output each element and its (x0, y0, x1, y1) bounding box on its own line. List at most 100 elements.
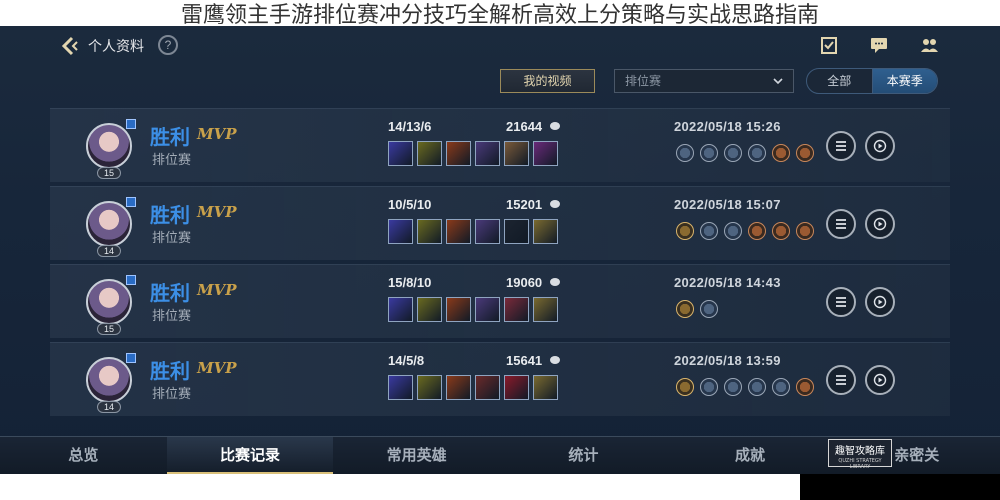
details-list-button[interactable] (826, 287, 856, 317)
rune-icon (676, 222, 694, 240)
rune-icon (676, 144, 694, 162)
match-datetime: 2022/05/18 14:43 (674, 275, 781, 290)
match-mode: 排位赛 (152, 231, 192, 246)
rune-icon (796, 222, 814, 240)
chat-icon[interactable] (868, 34, 890, 56)
item-slot[interactable] (533, 375, 558, 400)
my-video-button[interactable]: 我的视频 (500, 69, 595, 93)
replay-button[interactable] (865, 209, 895, 239)
black-corner (800, 474, 1000, 500)
match-list: 15 胜利 MVP 排位赛 14/13/6 21644 2022/05/18 15:26 1… (50, 108, 950, 420)
rune-icon (748, 222, 766, 240)
match-row[interactable]: 14 胜利 MVP 排位赛 10/5/10 15201 2022/05/18 15:07 (50, 186, 950, 260)
nav-overview[interactable]: 总览 (0, 437, 167, 474)
mode-select[interactable]: 排位赛 (614, 69, 794, 93)
rune-icon (700, 378, 718, 396)
friends-icon[interactable] (918, 34, 940, 56)
rune-icon (676, 378, 694, 396)
match-mode: 排位赛 (152, 153, 192, 168)
list-icon (836, 375, 846, 385)
item-slot[interactable] (504, 141, 529, 166)
item-slot[interactable] (446, 297, 471, 322)
nav-achievements[interactable]: 成就 (667, 437, 834, 474)
hero-level-badge: 14 (97, 401, 121, 413)
item-slot[interactable] (446, 141, 471, 166)
hero-avatar[interactable] (86, 279, 132, 325)
replay-button[interactable] (865, 365, 895, 395)
rune-list (676, 144, 814, 162)
item-slot[interactable] (475, 297, 500, 322)
details-list-button[interactable] (826, 131, 856, 161)
item-slot[interactable] (533, 219, 558, 244)
hero-avatar[interactable] (86, 123, 132, 169)
hero-level-badge: 15 (97, 167, 121, 179)
top-right-toolbar (818, 34, 940, 56)
rune-icon (748, 144, 766, 162)
play-icon (873, 139, 887, 153)
segment-this-season[interactable]: 本赛季 (871, 69, 937, 93)
match-row[interactable]: 15 胜利 MVP 排位赛 14/13/6 21644 2022/05/18 15:26 (50, 108, 950, 182)
hero-avatar[interactable] (86, 201, 132, 247)
rune-icon (796, 144, 814, 162)
mode-select-value: 排位赛 (625, 74, 662, 88)
match-result: 胜利 (150, 203, 190, 227)
item-slot[interactable] (388, 141, 413, 166)
back-button[interactable] (58, 34, 82, 58)
match-row[interactable]: 15 胜利 MVP 排位赛 15/8/10 19060 2022/05/18 14:43 (50, 264, 950, 338)
list-icon (836, 141, 846, 151)
item-slot[interactable] (475, 141, 500, 166)
rune-icon (772, 378, 790, 396)
item-slot[interactable] (475, 375, 500, 400)
rune-icon (724, 222, 742, 240)
replay-button[interactable] (865, 131, 895, 161)
nav-common-heroes[interactable]: 常用英雄 (333, 437, 500, 474)
task-clipboard-icon[interactable] (818, 34, 840, 56)
item-slot[interactable] (388, 375, 413, 400)
item-slot[interactable] (388, 297, 413, 322)
item-slots (388, 141, 558, 166)
item-slot[interactable] (533, 141, 558, 166)
item-slot[interactable] (504, 219, 529, 244)
list-icon (836, 297, 846, 307)
coin-icon (550, 122, 560, 130)
game-profile-screen: 个人资料 ? 我的视频 排位赛 全部 本赛季 15 胜利 MVP 排位赛 14/13/6… (0, 26, 1000, 474)
item-slot[interactable] (388, 219, 413, 244)
watermark-logo: 趣智攻略库 QUZHI STRATEGY LIBRARY (828, 439, 892, 470)
coin-icon (550, 356, 560, 364)
item-slot[interactable] (504, 297, 529, 322)
item-slot[interactable] (504, 375, 529, 400)
rune-icon (772, 222, 790, 240)
item-slot[interactable] (446, 219, 471, 244)
rune-icon (700, 144, 718, 162)
rune-list (676, 378, 814, 396)
rune-icon (676, 300, 694, 318)
item-slots (388, 375, 558, 400)
page-title: 个人资料 (88, 39, 144, 55)
match-mode: 排位赛 (152, 309, 192, 324)
details-list-button[interactable] (826, 209, 856, 239)
nav-match-history[interactable]: 比赛记录 (166, 437, 334, 474)
article-title: 雷鹰领主手游排位赛冲分技巧全解析高效上分策略与实战思路指南 (180, 3, 819, 28)
score-value: 19060 (506, 275, 543, 290)
segment-all[interactable]: 全部 (807, 69, 872, 93)
nav-statistics[interactable]: 统计 (500, 437, 667, 474)
item-slot[interactable] (475, 219, 500, 244)
item-slot[interactable] (446, 375, 471, 400)
rune-icon (748, 378, 766, 396)
avatar-badge-icon (126, 275, 136, 285)
season-segmented-control: 全部 本赛季 (806, 68, 938, 94)
details-list-button[interactable] (826, 365, 856, 395)
item-slot[interactable] (533, 297, 558, 322)
item-slot[interactable] (417, 219, 442, 244)
item-slot[interactable] (417, 375, 442, 400)
item-slot[interactable] (417, 141, 442, 166)
help-icon[interactable]: ? (158, 35, 178, 55)
avatar-badge-icon (126, 119, 136, 129)
replay-button[interactable] (865, 287, 895, 317)
item-slot[interactable] (417, 297, 442, 322)
coin-icon (550, 200, 560, 208)
match-row[interactable]: 14 胜利 MVP 排位赛 14/5/8 15641 2022/05/18 13:59 (50, 342, 950, 416)
rune-icon (796, 378, 814, 396)
kda-value: 15/8/10 (388, 275, 432, 290)
hero-avatar[interactable] (86, 357, 132, 403)
